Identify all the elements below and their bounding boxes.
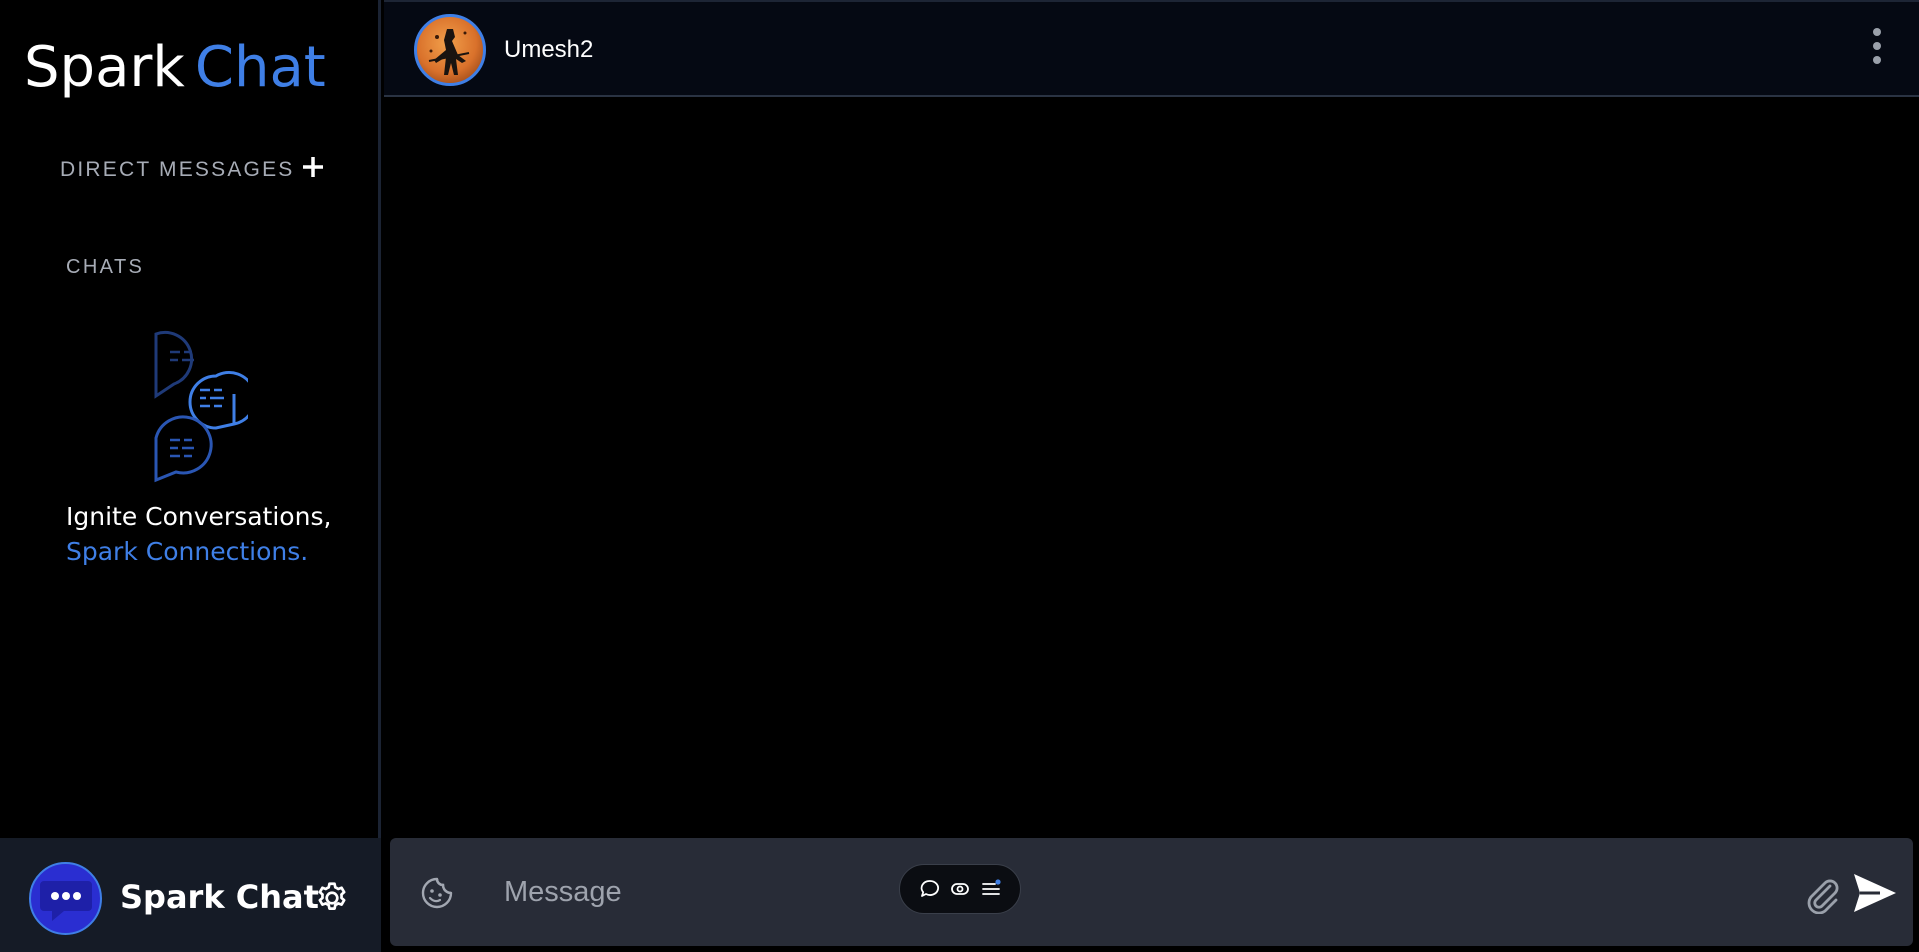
sticker-button[interactable] xyxy=(420,876,454,910)
app-root: Spark Chat DIRECT MESSAGES CHATS Ignite C… xyxy=(0,0,1919,952)
contact-avatar-image xyxy=(428,29,470,75)
settings-button[interactable] xyxy=(314,880,350,916)
message-list xyxy=(384,97,1919,837)
chat-bubble-avatar-icon xyxy=(39,880,92,921)
speech-bubble-icon[interactable] xyxy=(919,878,941,900)
contact-avatar[interactable] xyxy=(414,14,486,86)
avatar[interactable] xyxy=(29,862,102,935)
floating-toolbar xyxy=(899,864,1021,914)
tagline-line-1: Ignite Conversations, xyxy=(66,502,332,531)
chats-section-label: CHATS xyxy=(66,256,145,278)
send-button[interactable] xyxy=(1850,870,1900,916)
contact-name: Umesh2 xyxy=(504,36,594,63)
profile-bar: Spark Chat xyxy=(0,838,381,952)
gear-icon xyxy=(318,882,346,910)
paperclip-icon xyxy=(1807,879,1839,915)
profile-name: Spark Chat xyxy=(120,878,319,916)
add-direct-message-button[interactable] xyxy=(296,150,330,184)
list-menu-icon[interactable] xyxy=(980,878,1002,900)
sidebar: Spark Chat DIRECT MESSAGES CHATS Ignite C… xyxy=(0,0,381,952)
eye-toggle-icon[interactable] xyxy=(949,878,971,900)
sticker-icon xyxy=(421,877,453,909)
chat-header: Umesh2 xyxy=(384,0,1919,97)
plus-icon xyxy=(303,157,323,177)
direct-messages-label: DIRECT MESSAGES xyxy=(60,158,295,181)
logo-text-chat: Chat xyxy=(194,35,326,100)
logo-text-spark: Spark xyxy=(24,35,185,100)
chat-bubbles-icon xyxy=(154,330,248,483)
chat-options-button[interactable] xyxy=(1865,26,1889,70)
attach-file-button[interactable] xyxy=(1802,874,1842,915)
kebab-menu-icon xyxy=(1873,28,1881,64)
send-icon xyxy=(1854,874,1896,912)
message-composer xyxy=(390,838,1913,946)
message-input[interactable] xyxy=(502,864,1802,920)
app-logo: Spark Chat xyxy=(24,34,326,102)
tagline-line-2: Spark Connections. xyxy=(66,537,309,566)
direct-messages-header: DIRECT MESSAGES xyxy=(60,150,330,190)
